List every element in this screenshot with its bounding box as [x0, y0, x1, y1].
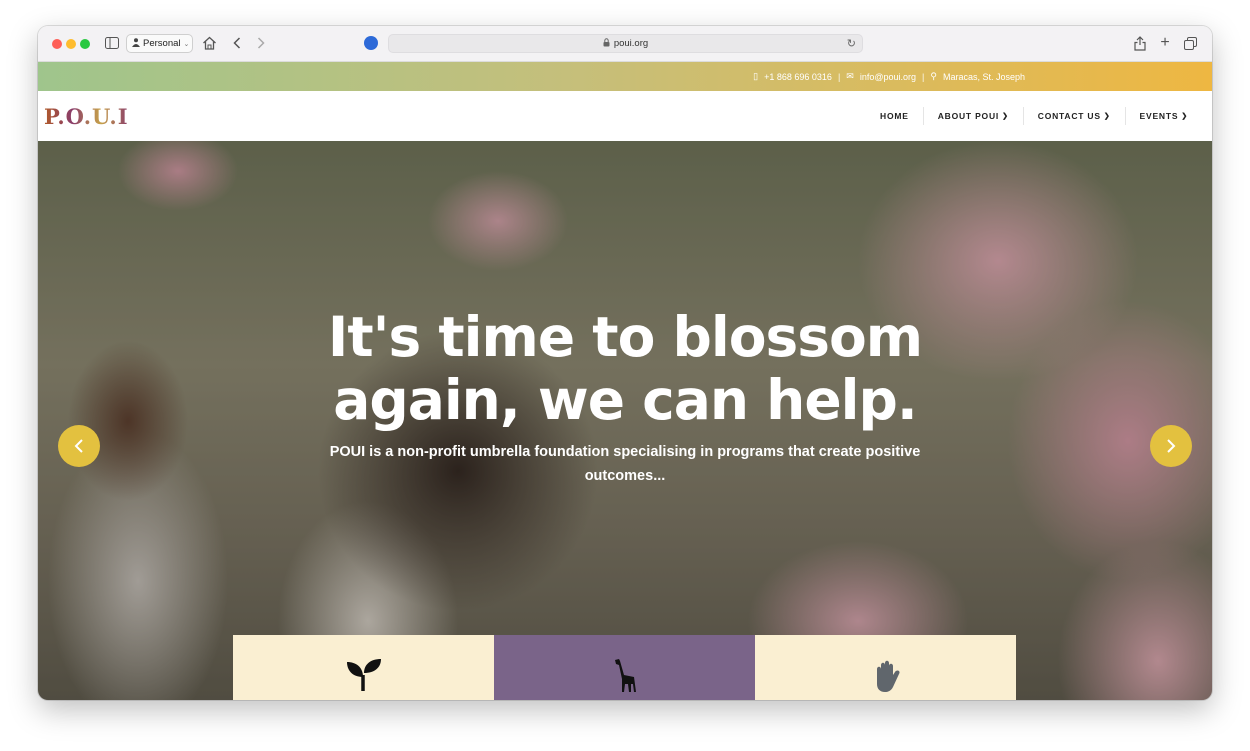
separator: | — [922, 71, 925, 82]
sprout-icon — [346, 659, 381, 691]
location-pin-icon: ⚲ — [930, 71, 937, 81]
nav-home-label: HOME — [880, 111, 909, 121]
hand-icon — [876, 660, 900, 692]
hero-subtitle: POUI is a non-profit umbrella foundation… — [329, 444, 921, 484]
site-logo[interactable]: P.O.U.I — [44, 104, 129, 129]
nav-contact[interactable]: CONTACT US ❯ — [1022, 107, 1125, 125]
chevron-down-icon: ❯ — [1103, 113, 1111, 120]
feature-card-community[interactable] — [494, 635, 755, 700]
hero-title-line-1: It's time to blossom — [327, 305, 923, 369]
forward-icon[interactable] — [254, 34, 268, 52]
browser-toolbar: Personal ⌄ poui.org ↻ + — [38, 26, 1212, 62]
nav-about-label: ABOUT POUI — [937, 111, 1000, 121]
minimize-window-button[interactable] — [66, 39, 76, 49]
slider-next-button[interactable] — [1150, 425, 1192, 467]
new-tab-icon[interactable]: + — [1157, 34, 1173, 52]
back-icon[interactable] — [230, 34, 244, 52]
feature-card-growth[interactable] — [233, 635, 494, 700]
browser-window: Personal ⌄ poui.org ↻ + ▯ +1 868 696 031… — [38, 26, 1212, 700]
contact-topbar: ▯ +1 868 696 0316 | ✉ info@poui.org | ⚲ … — [38, 62, 1212, 91]
slider-prev-button[interactable] — [58, 425, 100, 467]
sidebar-toggle-icon[interactable] — [104, 34, 120, 52]
chevron-down-icon: ❯ — [1002, 113, 1009, 120]
chevron-down-icon: ⌄ — [183, 40, 190, 48]
close-window-button[interactable] — [52, 39, 62, 49]
hero-slider: It's time to blossom again, we can help.… — [38, 141, 1212, 700]
separator: | — [837, 71, 841, 82]
giraffe-icon — [614, 659, 636, 692]
share-icon[interactable] — [1132, 34, 1148, 52]
url-text: poui.org — [613, 38, 649, 49]
location-text: Maracas, St. Joseph — [942, 71, 1025, 82]
email-icon: ✉ — [846, 71, 854, 81]
address-bar[interactable]: poui.org ↻ — [388, 34, 863, 53]
feature-card-support[interactable] — [755, 635, 1016, 700]
nav-events-label: EVENTS — [1139, 111, 1179, 121]
chevron-right-icon — [1167, 439, 1176, 453]
chevron-down-icon: ❯ — [1181, 113, 1188, 120]
nav-about[interactable]: ABOUT POUI ❯ — [922, 107, 1023, 125]
phone-link[interactable]: +1 868 696 0316 — [764, 72, 832, 82]
lock-icon — [603, 37, 610, 50]
tab-overview-icon[interactable] — [1182, 34, 1198, 52]
zoom-window-button[interactable] — [80, 39, 90, 49]
hero-content: It's time to blossom again, we can help.… — [38, 306, 1212, 488]
main-nav: HOME ABOUT POUI ❯ CONTACT US ❯ EVENTS ❯ — [866, 91, 1202, 141]
nav-contact-label: CONTACT US — [1037, 111, 1101, 121]
nav-events[interactable]: EVENTS ❯ — [1124, 107, 1202, 125]
person-icon — [132, 37, 140, 50]
profile-label: Personal — [143, 38, 181, 49]
home-icon[interactable] — [200, 34, 218, 52]
chevron-left-icon — [74, 439, 83, 453]
hero-title: It's time to blossom again, we can help. — [38, 306, 1212, 432]
nav-home[interactable]: HOME — [866, 107, 923, 125]
hero-title-line-2: again, we can help. — [333, 368, 918, 432]
privacy-shield-icon[interactable] — [364, 36, 378, 50]
phone-icon: ▯ — [753, 71, 759, 81]
email-link[interactable]: info@poui.org — [860, 72, 916, 82]
profile-button[interactable]: Personal ⌄ — [126, 34, 193, 53]
site-navbar: P.O.U.I HOME ABOUT POUI ❯ CONTACT US ❯ E… — [38, 91, 1212, 141]
reload-icon[interactable]: ↻ — [847, 37, 856, 50]
